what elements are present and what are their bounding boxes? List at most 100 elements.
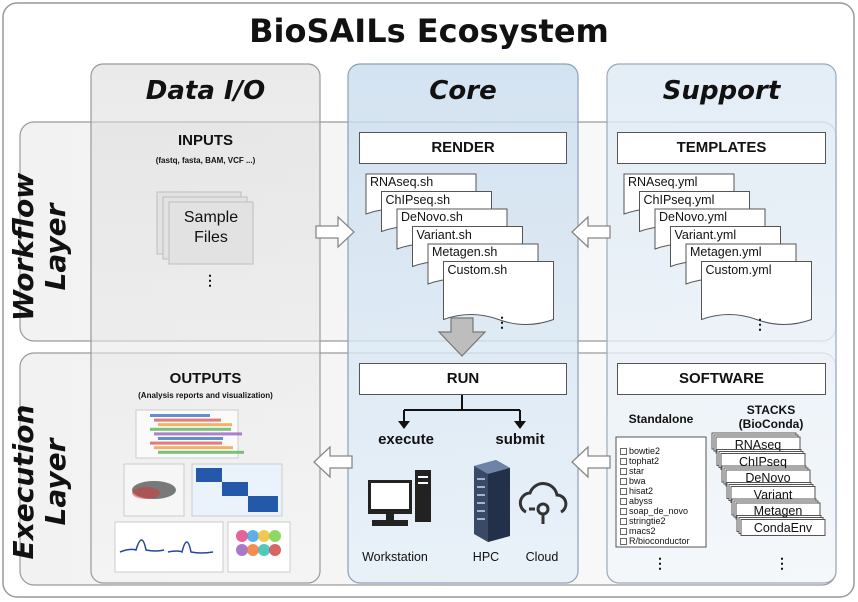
plot-stripe xyxy=(158,450,244,454)
tool-bullet-icon xyxy=(620,508,627,516)
template-file-label: ChIPseq.yml xyxy=(643,192,715,207)
inputs-header: INPUTS xyxy=(177,132,233,149)
standalone-tool-item: tophat2 xyxy=(620,456,706,466)
column-header-core: Core xyxy=(429,76,497,106)
column-header-support: Support xyxy=(662,76,781,106)
workstation-label: Workstation xyxy=(362,550,428,564)
tool-bullet-icon xyxy=(620,538,627,546)
standalone-tool-item: macs2 xyxy=(620,526,706,536)
templates-box: TEMPLATES xyxy=(617,132,826,164)
standalone-tool-name: bwa xyxy=(629,476,646,486)
standalone-tool-name: abyss xyxy=(629,496,653,506)
standalone-tool-list: bowtie2 tophat2 star bwa hisat2 abyss soap_de_… xyxy=(620,446,706,546)
standalone-tool-name: tophat2 xyxy=(629,456,660,466)
inputs-subheader: (fastq, fasta, BAM, VCF ...) xyxy=(155,156,256,165)
standalone-tool-name: R/bioconductor xyxy=(629,536,690,546)
plot-stripe xyxy=(150,441,222,445)
inputs-ellipsis: ⋮ xyxy=(203,272,217,288)
template-file-label: RNAseq.yml xyxy=(628,175,698,189)
render-ellipsis: ⋮ xyxy=(495,314,509,330)
tool-bullet-icon xyxy=(620,458,627,466)
standalone-ellipsis: ⋮ xyxy=(653,555,667,571)
standalone-tool-name: stringtie2 xyxy=(629,516,666,526)
render-script-file-label: RNAseq.sh xyxy=(370,175,434,189)
render-box: RENDER xyxy=(359,132,567,164)
tool-bullet-icon xyxy=(620,478,627,486)
row-header-workflow-line2: Layer xyxy=(39,203,72,291)
stack-label: Variant xyxy=(753,487,793,502)
cluster-blob xyxy=(258,530,270,542)
standalone-tool-name: macs2 xyxy=(629,526,656,536)
submit-label: submit xyxy=(495,431,545,448)
render-script-file-label: Variant.sh xyxy=(416,227,472,242)
cloud-label: Cloud xyxy=(525,550,559,564)
standalone-tool-item: star xyxy=(620,466,706,476)
standalone-tool-item: soap_de_novo xyxy=(620,506,706,516)
plot-stripe xyxy=(154,432,242,436)
tool-bullet-icon xyxy=(620,528,627,536)
stack-label: DeNovo xyxy=(745,471,791,485)
stacks-header-line2: (BioConda) xyxy=(738,417,804,431)
sample-files-line2: Files xyxy=(194,229,228,246)
tool-bullet-icon xyxy=(620,518,627,526)
tool-bullet-icon xyxy=(620,498,627,506)
stacks-ellipsis: ⋮ xyxy=(775,555,789,571)
cluster-blob xyxy=(247,544,259,556)
sample-files-label: Sample Files xyxy=(169,208,253,248)
template-file-label: Custom.yml xyxy=(705,262,772,277)
stack-label: RNAseq xyxy=(734,438,782,452)
plot-stripe xyxy=(158,423,232,427)
render-script-file-label: Metagen.sh xyxy=(432,245,498,259)
template-file-label: DeNovo.yml xyxy=(659,210,728,224)
row-header-execution-line2: Layer xyxy=(39,438,72,526)
column-header-data-io: Data I/O xyxy=(145,76,266,106)
standalone-tool-item: bwa xyxy=(620,476,706,486)
standalone-tool-name: star xyxy=(629,466,645,476)
hpc-icon xyxy=(474,460,510,542)
stacks-header: STACKS (BioConda) xyxy=(712,403,830,431)
plot-stripe xyxy=(158,437,223,440)
cluster-blob xyxy=(258,544,270,556)
stack-label: CondaEnv xyxy=(753,520,813,535)
row-header-execution-line1: Execution xyxy=(7,404,40,560)
execute-label: execute xyxy=(378,431,434,448)
template-file-label: Variant.yml xyxy=(674,227,737,242)
cluster-blob xyxy=(236,544,248,556)
standalone-tool-item: bowtie2 xyxy=(620,446,706,456)
cluster-blob xyxy=(236,530,248,542)
stacks-header-line1: STACKS xyxy=(746,403,796,417)
plot-stripe xyxy=(154,446,233,450)
run-box: RUN xyxy=(359,363,567,395)
sample-files-line1: Sample xyxy=(183,209,239,226)
plot-stripe xyxy=(154,418,221,422)
standalone-tool-item: hisat2 xyxy=(620,486,706,496)
tool-bullet-icon xyxy=(620,448,627,456)
outputs-header: OUTPUTS xyxy=(169,370,242,387)
standalone-tool-name: soap_de_novo xyxy=(629,506,689,516)
cluster-blob xyxy=(269,544,281,556)
standalone-tool-item: abyss xyxy=(620,496,706,506)
software-box: SOFTWARE xyxy=(617,363,826,395)
standalone-tool-name: bowtie2 xyxy=(629,446,661,456)
templates-ellipsis: ⋮ xyxy=(753,316,767,332)
standalone-tool-item: R/bioconductor xyxy=(620,536,706,546)
outputs-subheader: (Analysis reports and visualization) xyxy=(138,391,273,400)
tool-bullet-icon xyxy=(620,488,627,496)
render-script-file-label: ChIPseq.sh xyxy=(385,192,451,207)
standalone-tool-name: hisat2 xyxy=(629,486,654,496)
stack-label: ChIPseq xyxy=(739,454,787,469)
standalone-tool-item: stringtie2 xyxy=(620,516,706,526)
plot-stripe xyxy=(150,414,210,417)
render-script-file-label: DeNovo.sh xyxy=(401,210,463,224)
diagram-title: BioSAILs Ecosystem xyxy=(249,12,609,50)
standalone-header: Standalone xyxy=(628,412,694,426)
hpc-label: HPC xyxy=(472,550,500,564)
row-header-workflow-line1: Workflow xyxy=(7,172,40,322)
template-file-label: Metagen.yml xyxy=(690,245,762,259)
tool-bullet-icon xyxy=(620,468,627,476)
row-header-workflow: Workflow Layer xyxy=(7,152,72,342)
cluster-blob xyxy=(269,530,281,542)
row-header-execution: Execution Layer xyxy=(7,387,72,577)
plot-stripe xyxy=(150,427,231,431)
cluster-blob xyxy=(247,530,259,542)
